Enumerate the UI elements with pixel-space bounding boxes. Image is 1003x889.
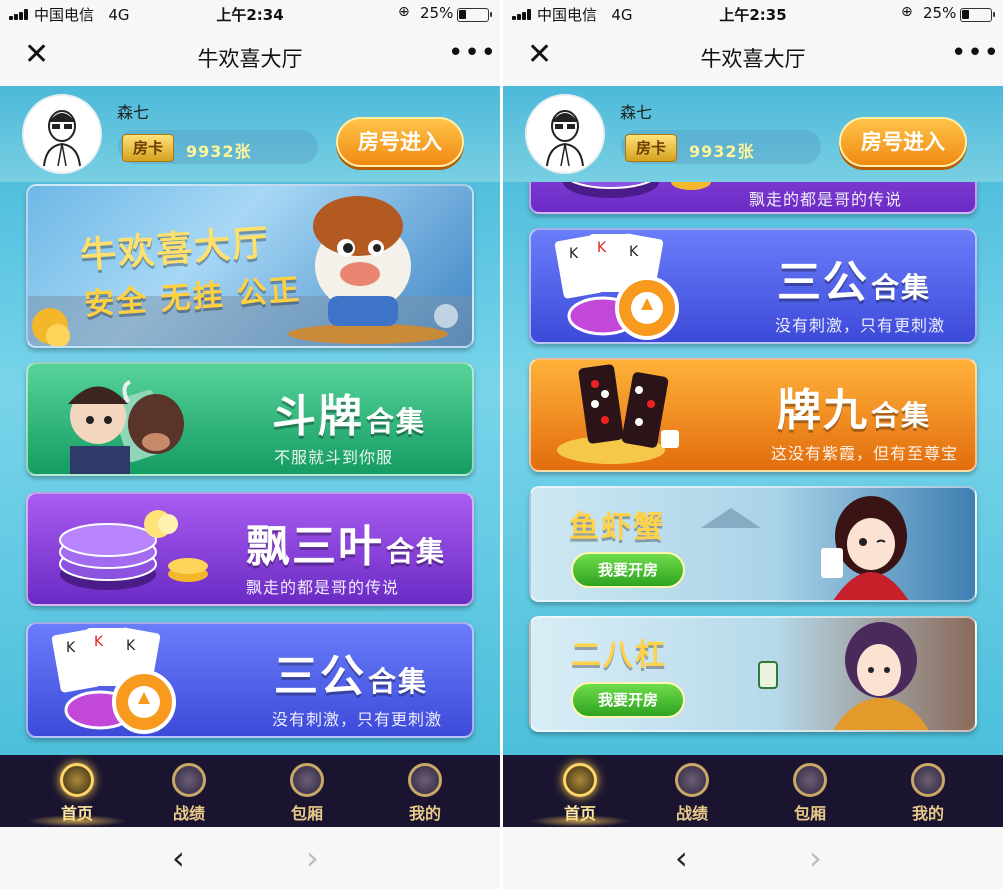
tab-mine[interactable]: 我的 bbox=[868, 755, 988, 827]
trophy-icon bbox=[675, 763, 709, 797]
phone-screen-right: 中国电信 4G 上午2:35 ⊕ 25% ✕ 牛欢喜大厅 ••• 森七 房卡 9… bbox=[503, 0, 1003, 889]
piaosanye-title: 飘三叶合集 bbox=[246, 521, 447, 572]
nav-bar: ✕ 牛欢喜大厅 ••• bbox=[503, 28, 1003, 86]
browser-toolbar: ‹ › bbox=[503, 827, 1003, 889]
user-icon bbox=[911, 763, 945, 797]
page-title: 牛欢喜大厅 bbox=[197, 47, 303, 71]
yuxiaxie-open-room-button[interactable]: 我要开房 bbox=[571, 552, 685, 588]
tab-home[interactable]: 首页 bbox=[520, 755, 640, 827]
piaosanye-banner[interactable]: 飘三叶合集 飘走的都是哥的传说 bbox=[26, 492, 474, 606]
status-bar: 中国电信 4G 上午2:34 ⊕ 25% bbox=[0, 0, 500, 28]
browser-toolbar: ‹ › bbox=[0, 827, 500, 889]
lobby-content: 森七 房卡 9932张 房号进入 牛欢喜大厅 安全 无挂 公正 斗牌合集 不服就… bbox=[0, 86, 500, 755]
username: 森七 bbox=[117, 103, 150, 122]
spade-icon bbox=[563, 763, 597, 797]
nav-bar: ✕ 牛欢喜大厅 ••• bbox=[0, 28, 500, 86]
trophy-icon bbox=[172, 763, 206, 797]
user-icon bbox=[408, 763, 442, 797]
tab-home[interactable]: 首页 bbox=[17, 755, 137, 827]
room-card-count: 9932张 bbox=[186, 142, 252, 161]
avatar[interactable] bbox=[525, 94, 605, 174]
tab-bar: 首页 战绩 包厢 我的 bbox=[503, 755, 1003, 827]
erbagang-open-room-button[interactable]: 我要开房 bbox=[571, 682, 685, 718]
page-title: 牛欢喜大厅 bbox=[700, 47, 806, 71]
enter-room-button[interactable]: 房号进入 bbox=[336, 117, 464, 167]
room-card-count: 9932张 bbox=[689, 142, 755, 161]
tab-bar: 首页 战绩 包厢 我的 bbox=[0, 755, 500, 827]
battery-percent: 25% bbox=[923, 4, 957, 22]
hero-banner[interactable]: 牛欢喜大厅 安全 无挂 公正 bbox=[26, 184, 474, 348]
paijiu-subtitle: 这没有紫霞，但有至尊宝 bbox=[771, 444, 959, 463]
room-card-badge: 房卡 bbox=[625, 134, 677, 162]
doupai-banner[interactable]: 斗牌合集 不服就斗到你服 bbox=[26, 362, 474, 476]
piaosanye-subtitle: 飘走的都是哥的传说 bbox=[749, 190, 903, 209]
username: 森七 bbox=[620, 103, 653, 122]
tab-rooms[interactable]: 包厢 bbox=[750, 755, 870, 827]
doupai-title: 斗牌合集 bbox=[272, 391, 427, 442]
status-bar: 中国电信 4G 上午2:35 ⊕ 25% bbox=[503, 0, 1003, 28]
avatar[interactable] bbox=[22, 94, 102, 174]
doupai-subtitle: 不服就斗到你服 bbox=[274, 448, 394, 467]
yuxiaxie-title: 鱼虾蟹 bbox=[569, 510, 665, 545]
sangong-subtitle: 没有刺激，只有更刺激 bbox=[775, 316, 946, 335]
svg-text:K: K bbox=[597, 240, 607, 256]
sangong-subtitle: 没有刺激，只有更刺激 bbox=[272, 710, 443, 729]
chevron-right-icon[interactable]: › bbox=[809, 839, 822, 877]
battery-icon bbox=[457, 8, 492, 22]
piaosanye-subtitle: 飘走的都是哥的传说 bbox=[246, 578, 400, 597]
user-header: 森七 房卡 9932张 房号进入 bbox=[0, 86, 500, 182]
more-icon[interactable]: ••• bbox=[448, 38, 497, 68]
tab-records[interactable]: 战绩 bbox=[129, 755, 249, 827]
sangong-title: 三公合集 bbox=[777, 257, 932, 308]
tab-rooms[interactable]: 包厢 bbox=[247, 755, 367, 827]
svg-text:K: K bbox=[126, 638, 136, 654]
sangong-banner[interactable]: K K K 三公合集 没有刺激，只有更刺激 bbox=[26, 622, 474, 738]
battery-icon bbox=[960, 8, 995, 22]
rotation-lock-icon: ⊕ bbox=[398, 4, 410, 20]
lobby-content: 森七 房卡 9932张 房号进入 飘走的都是哥的传说 K K K 三公合集 没有… bbox=[503, 86, 1003, 755]
battery-percent: 25% bbox=[420, 4, 454, 22]
more-icon[interactable]: ••• bbox=[951, 38, 1000, 68]
tab-records[interactable]: 战绩 bbox=[632, 755, 752, 827]
user-header: 森七 房卡 9932张 房号进入 bbox=[503, 86, 1003, 182]
paijiu-banner[interactable]: 牌九合集 这没有紫霞，但有至尊宝 bbox=[529, 358, 977, 472]
paijiu-title: 牌九合集 bbox=[777, 385, 932, 436]
sangong-banner[interactable]: K K K 三公合集 没有刺激，只有更刺激 bbox=[529, 228, 977, 344]
erbagang-title: 二八杠 bbox=[571, 638, 667, 673]
chevron-left-icon[interactable]: ‹ bbox=[172, 839, 185, 877]
enter-room-button[interactable]: 房号进入 bbox=[839, 117, 967, 167]
svg-text:K: K bbox=[66, 640, 76, 656]
home-icon bbox=[793, 763, 827, 797]
home-icon bbox=[290, 763, 324, 797]
chevron-left-icon[interactable]: ‹ bbox=[675, 839, 688, 877]
erbagang-banner[interactable]: 二八杠 我要开房 bbox=[529, 616, 977, 732]
chevron-right-icon[interactable]: › bbox=[306, 839, 319, 877]
spade-icon bbox=[60, 763, 94, 797]
svg-text:K: K bbox=[94, 634, 104, 650]
yuxiaxie-banner[interactable]: 鱼虾蟹 我要开房 bbox=[529, 486, 977, 602]
sangong-title: 三公合集 bbox=[274, 651, 429, 702]
phone-screen-left: 中国电信 4G 上午2:34 ⊕ 25% ✕ 牛欢喜大厅 ••• 森七 房卡 9… bbox=[0, 0, 500, 889]
svg-text:K: K bbox=[629, 244, 639, 260]
room-card-badge: 房卡 bbox=[122, 134, 174, 162]
svg-text:K: K bbox=[569, 246, 579, 262]
tab-mine[interactable]: 我的 bbox=[365, 755, 485, 827]
rotation-lock-icon: ⊕ bbox=[901, 4, 913, 20]
